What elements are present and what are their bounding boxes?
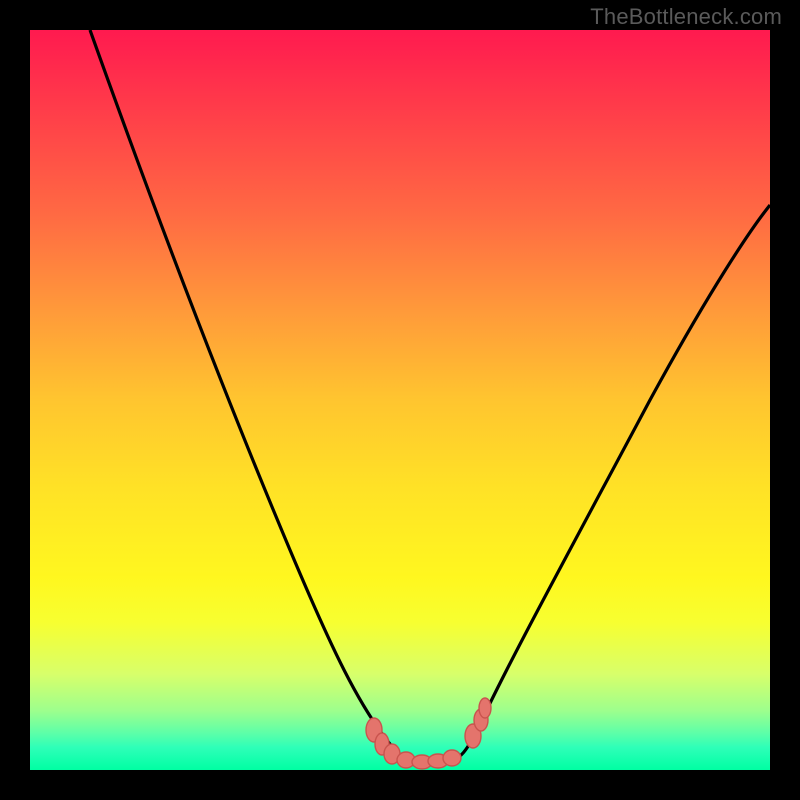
- watermark-text: TheBottleneck.com: [590, 4, 782, 30]
- plot-area: [30, 30, 770, 770]
- marker-dot: [479, 698, 491, 718]
- optimal-cluster: [366, 698, 491, 769]
- bottleneck-curve-svg: [30, 30, 770, 770]
- bottleneck-curve-path: [90, 30, 770, 765]
- chart-frame: { "watermark": "TheBottleneck.com", "col…: [0, 0, 800, 800]
- marker-dot: [443, 750, 461, 766]
